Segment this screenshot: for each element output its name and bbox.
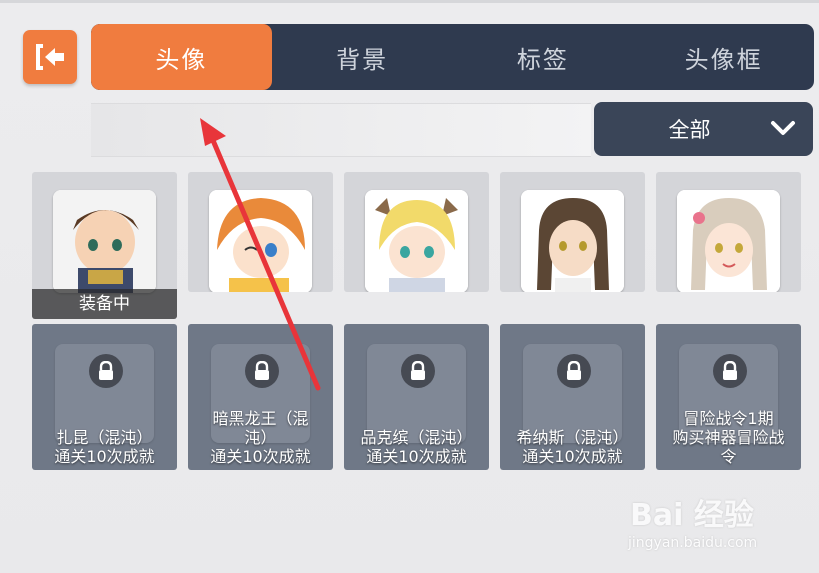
avatar-card-zakum[interactable]: 扎昆（混沌） 通关10次成就 bbox=[32, 324, 177, 470]
avatar bbox=[365, 190, 468, 292]
filter-strip bbox=[91, 103, 591, 157]
avatar-card-pink-bean[interactable]: 品克缤（混沌） 通关10次成就 bbox=[344, 324, 489, 470]
watermark-url: jingyan.baidu.com bbox=[628, 535, 758, 551]
chevron-down-icon bbox=[771, 121, 795, 135]
exit-back-icon bbox=[36, 44, 64, 70]
unlock-condition: 冒险战令1期 购买神器冒险战令 bbox=[672, 409, 785, 466]
tab-avatar[interactable]: 头像 bbox=[91, 24, 272, 90]
back-button[interactable] bbox=[23, 30, 77, 84]
unlock-condition: 品克缤（混沌） 通关10次成就 bbox=[360, 428, 473, 466]
tab-background[interactable]: 背景 bbox=[272, 24, 453, 90]
filter-dropdown[interactable]: 全部 bbox=[594, 102, 813, 156]
avatar-card-cygnus[interactable]: 希纳斯（混沌） 通关10次成就 bbox=[500, 324, 645, 470]
lock-icon bbox=[245, 354, 279, 388]
lock-icon bbox=[557, 354, 591, 388]
category-tabs: 头像 背景 标签 头像框 bbox=[91, 24, 814, 90]
avatar bbox=[209, 190, 312, 292]
unlock-condition: 希纳斯（混沌） 通关10次成就 bbox=[516, 428, 629, 466]
avatar-card-black-dragon[interactable]: 暗黑龙王（混 沌） 通关10次成就 bbox=[188, 324, 333, 470]
lock-icon bbox=[713, 354, 747, 388]
tab-label[interactable]: 标签 bbox=[453, 24, 634, 90]
avatar bbox=[677, 190, 780, 292]
avatar-card-blonde-horned-hero[interactable] bbox=[344, 172, 489, 292]
unlock-condition: 暗黑龙王（混 沌） 通关10次成就 bbox=[210, 409, 311, 466]
avatar-card-armored-warrior[interactable]: 装备中 bbox=[32, 172, 177, 319]
equipped-status: 装备中 bbox=[32, 289, 177, 319]
lock-icon bbox=[89, 354, 123, 388]
lock-icon bbox=[401, 354, 435, 388]
tab-avatar-frame[interactable]: 头像框 bbox=[633, 24, 814, 90]
unlock-condition: 扎昆（混沌） 通关10次成就 bbox=[54, 428, 155, 466]
top-border bbox=[0, 0, 819, 3]
watermark-logo: Bai 经验 bbox=[630, 498, 754, 533]
avatar bbox=[53, 190, 156, 293]
avatar-card-battle-pass[interactable]: 冒险战令1期 购买神器冒险战令 bbox=[656, 324, 801, 470]
avatar-card-flower-hair-girl[interactable] bbox=[656, 172, 801, 292]
avatar-card-long-hair-man[interactable] bbox=[500, 172, 645, 292]
filter-dropdown-label: 全部 bbox=[668, 118, 711, 142]
avatar bbox=[521, 190, 624, 292]
avatar-card-orange-hair-girl[interactable] bbox=[188, 172, 333, 292]
